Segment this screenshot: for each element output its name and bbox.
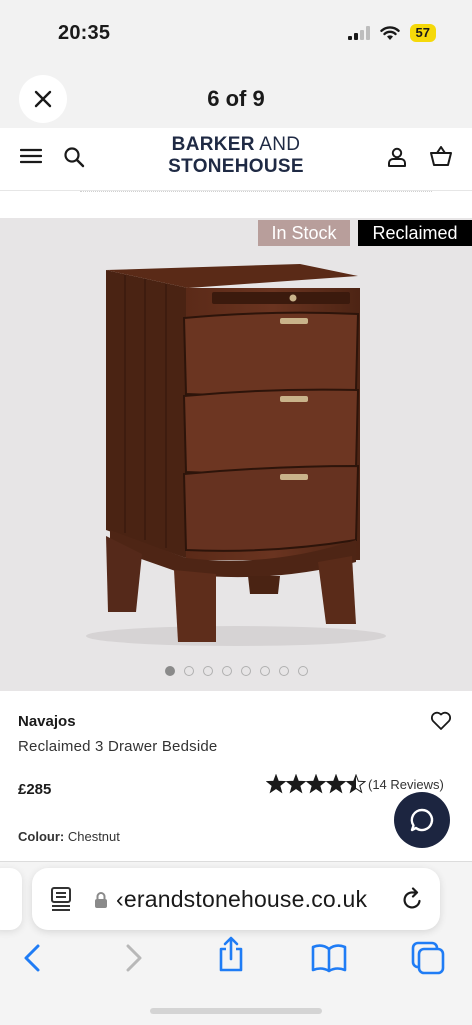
product-brand: Navajos [18, 713, 76, 730]
carousel-dot[interactable] [259, 666, 270, 676]
wifi-icon [379, 25, 400, 40]
carousel-dot[interactable] [183, 666, 194, 676]
status-time: 20:35 [58, 22, 111, 44]
colour-line: Colour: Chestnut [18, 829, 120, 844]
home-indicator [150, 1008, 322, 1014]
lock-indicator [94, 891, 108, 914]
product-price: £285 [18, 781, 52, 798]
wishlist-button[interactable] [430, 711, 452, 736]
review-count[interactable]: (14 Reviews) [368, 777, 444, 792]
in-stock-badge: In Stock [258, 220, 350, 246]
heart-icon [430, 711, 452, 730]
star-icon [325, 774, 347, 794]
colour-value: Chestnut [67, 829, 120, 844]
logo-line2: STONEHOUSE [168, 156, 304, 177]
share-button[interactable] [213, 936, 249, 972]
carousel-dot[interactable] [202, 666, 213, 676]
reload-icon [403, 887, 421, 909]
tabs-icon [411, 941, 445, 975]
carousel-dot[interactable] [164, 666, 175, 676]
site-logo[interactable]: BARKER AND STONEHOUSE [160, 134, 312, 178]
battery-indicator: 57 [409, 24, 436, 42]
product-name: Reclaimed 3 Drawer Bedside [18, 738, 218, 755]
account-button[interactable] [386, 146, 408, 173]
star-icon [305, 774, 327, 794]
bookmarks-icon [311, 944, 347, 973]
menu-button[interactable] [19, 147, 43, 170]
header-sub-strip [0, 190, 472, 219]
bedside-table-illustration [86, 264, 386, 646]
carousel-dot[interactable] [221, 666, 232, 676]
basket-button[interactable] [429, 145, 453, 172]
star-icon [285, 774, 307, 794]
star-icon [345, 774, 366, 794]
status-icons: 57 [347, 24, 436, 42]
chat-button[interactable] [394, 792, 450, 848]
basket-icon [430, 146, 452, 166]
logo-line1-bold: BARKER [171, 134, 255, 155]
reader-icon [51, 887, 71, 911]
signal-icon [347, 26, 370, 40]
rating[interactable]: (14 Reviews) [266, 774, 444, 794]
previous-tab-peek[interactable] [0, 868, 22, 930]
star-icon [266, 774, 287, 794]
url-text[interactable]: ‹erandstonehouse.co.uk [116, 886, 367, 913]
carousel-dot[interactable] [240, 666, 251, 676]
menu-icon [19, 148, 43, 164]
forward-button[interactable] [116, 940, 152, 976]
share-icon [219, 936, 243, 972]
gallery-counter: 6 of 9 [207, 86, 265, 111]
carousel-dot[interactable] [297, 666, 308, 676]
carousel-dots[interactable] [0, 666, 472, 676]
reader-button[interactable] [50, 886, 72, 917]
carousel-dot[interactable] [278, 666, 289, 676]
colour-label: Colour: [18, 829, 65, 844]
bookmarks-button[interactable] [311, 940, 347, 976]
lock-icon [95, 892, 107, 908]
product-image[interactable] [0, 218, 472, 691]
chat-icon [410, 808, 434, 832]
tabs-button[interactable] [410, 940, 446, 976]
back-button[interactable] [14, 940, 50, 976]
account-icon [388, 147, 406, 167]
forward-icon [126, 944, 142, 972]
search-button[interactable] [63, 146, 85, 173]
rating-stars [266, 774, 366, 794]
search-icon [64, 147, 85, 168]
back-icon [24, 944, 40, 972]
reclaimed-badge: Reclaimed [358, 220, 472, 246]
logo-line1-rest: AND [254, 134, 301, 155]
reload-button[interactable] [402, 887, 424, 916]
